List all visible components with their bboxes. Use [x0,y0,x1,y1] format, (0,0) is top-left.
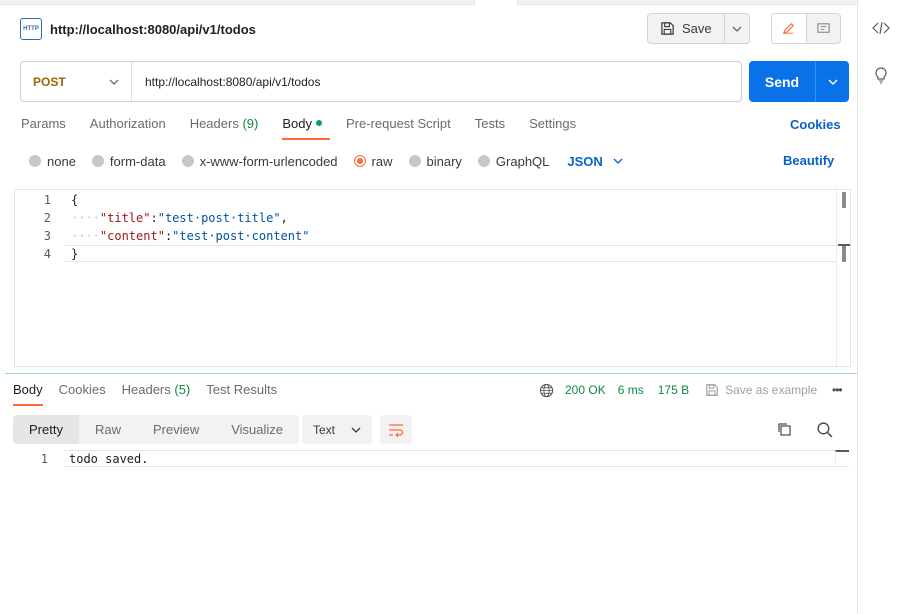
edit-mode-button[interactable] [771,13,807,44]
response-tab-headers[interactable]: Headers (5) [122,382,191,406]
wrap-lines-button[interactable] [380,415,412,444]
body-type-selector: none form-data x-www-form-urlencoded raw… [29,152,623,170]
radio-button [477,155,490,167]
search-icon[interactable] [816,421,833,441]
request-header: HTTP http://localhost:8080/api/v1/todos [20,14,256,44]
response-meta: 200 OK 6 ms 175 B Save as example [539,382,817,398]
copy-icon[interactable] [776,421,792,440]
line-number: 2 [43,211,51,225]
scrollbar-marker [842,192,846,208]
cookies-link[interactable]: Cookies [790,117,841,132]
current-line-highlight [65,245,836,262]
view-mode-visualize[interactable]: Visualize [215,415,299,444]
code-line: ····"content":"test·post·content" [71,229,310,243]
url-input[interactable] [132,62,741,101]
headers-count: (9) [242,116,259,131]
body-modified-dot [315,120,322,126]
chevron-down-icon [351,427,361,433]
lightbulb-icon[interactable] [872,67,890,85]
comment-icon [817,23,830,33]
save-icon [706,384,718,396]
save-icon [661,22,674,35]
send-dropdown-button[interactable] [816,61,849,102]
editor-scrollbar[interactable] [836,190,850,366]
save-group: Save [647,13,750,44]
editor-scrollbar[interactable] [835,450,849,467]
body-type-graphql[interactable]: GraphQL [477,154,549,169]
pane-divider[interactable] [5,373,857,374]
url-bar: POST [20,61,742,102]
scrollbar-marker [842,246,846,262]
status-code[interactable]: 200 OK [565,383,606,397]
line-number: 1 [43,193,51,207]
line-number: 1 [40,452,48,466]
view-mode-pretty[interactable]: Pretty [13,415,79,444]
request-tabs: Params Authorization Headers (9) Body Pr… [21,116,600,142]
save-button[interactable]: Save [648,14,725,43]
radio-button [91,155,104,167]
radio-button [181,155,194,167]
http-icon: HTTP [20,18,42,40]
radio-button [29,155,41,167]
line-number: 4 [43,247,51,261]
response-headers-count: (5) [174,382,191,397]
response-view-modes: Pretty Raw Preview Visualize [13,415,300,444]
tab-tests[interactable]: Tests [475,116,505,140]
request-body-editor[interactable]: 1 2 3 4 { ····"title":"test·post·title",… [14,189,851,367]
save-dropdown-button[interactable] [725,14,749,43]
mode-toggle-group [771,13,841,44]
view-mode-preview[interactable]: Preview [137,415,215,444]
response-tab-body[interactable]: Body [13,382,43,406]
comments-mode-button[interactable] [807,14,841,43]
tab-settings[interactable]: Settings [529,116,576,140]
view-mode-raw[interactable]: Raw [79,415,137,444]
request-title[interactable]: http://localhost:8080/api/v1/todos [50,22,256,37]
more-options-icon[interactable]: ••• [832,383,843,397]
radio-button-selected [353,155,366,167]
send-group: Send [749,61,849,102]
code-snippet-icon[interactable] [872,20,890,38]
response-tabs: Body Cookies Headers (5) Test Results [13,382,293,406]
tab-headers[interactable]: Headers (9) [190,116,259,140]
tab-pre-request-script[interactable]: Pre-request Script [346,116,451,140]
response-tab-test-results[interactable]: Test Results [206,382,277,406]
chevron-down-icon [613,158,623,164]
wrap-lines-icon [389,423,404,437]
top-tab-strip [0,0,857,5]
line-number: 3 [43,229,51,243]
chevron-down-icon [109,79,119,85]
body-type-none[interactable]: none [29,154,76,169]
code-line: ····"title":"test·post·title", [71,211,288,225]
method-select[interactable]: POST [21,62,132,101]
tab-params[interactable]: Params [21,116,66,140]
save-as-example-button[interactable]: Save as example [725,383,817,397]
code-line: } [71,247,79,261]
tab-authorization[interactable]: Authorization [90,116,166,140]
tab-body[interactable]: Body [282,116,330,140]
response-size[interactable]: 175 B [658,383,689,397]
code-line: { [71,193,79,207]
chevron-down-icon [732,26,742,32]
body-type-form-data[interactable]: form-data [91,154,166,169]
body-type-binary[interactable]: binary [408,154,462,169]
response-format-select[interactable]: Text [302,415,372,444]
save-label: Save [682,21,712,36]
beautify-link[interactable]: Beautify [783,153,834,168]
body-type-raw[interactable]: raw [353,154,393,169]
response-line: todo saved. [69,452,149,466]
pencil-icon [783,22,795,35]
response-tab-cookies[interactable]: Cookies [59,382,106,406]
radio-button [408,155,421,167]
current-line-highlight [64,450,849,467]
body-type-urlencoded[interactable]: x-www-form-urlencoded [181,154,338,169]
active-tab-indicator [474,0,518,5]
body-language-select[interactable]: JSON [567,154,623,169]
chevron-down-icon [828,79,837,85]
globe-icon[interactable] [539,383,554,398]
method-label: POST [33,74,66,89]
response-time[interactable]: 6 ms [618,383,644,397]
send-button[interactable]: Send [749,61,816,102]
response-body-viewer[interactable]: 1 todo saved. [14,448,857,614]
right-sidebar [857,0,903,614]
